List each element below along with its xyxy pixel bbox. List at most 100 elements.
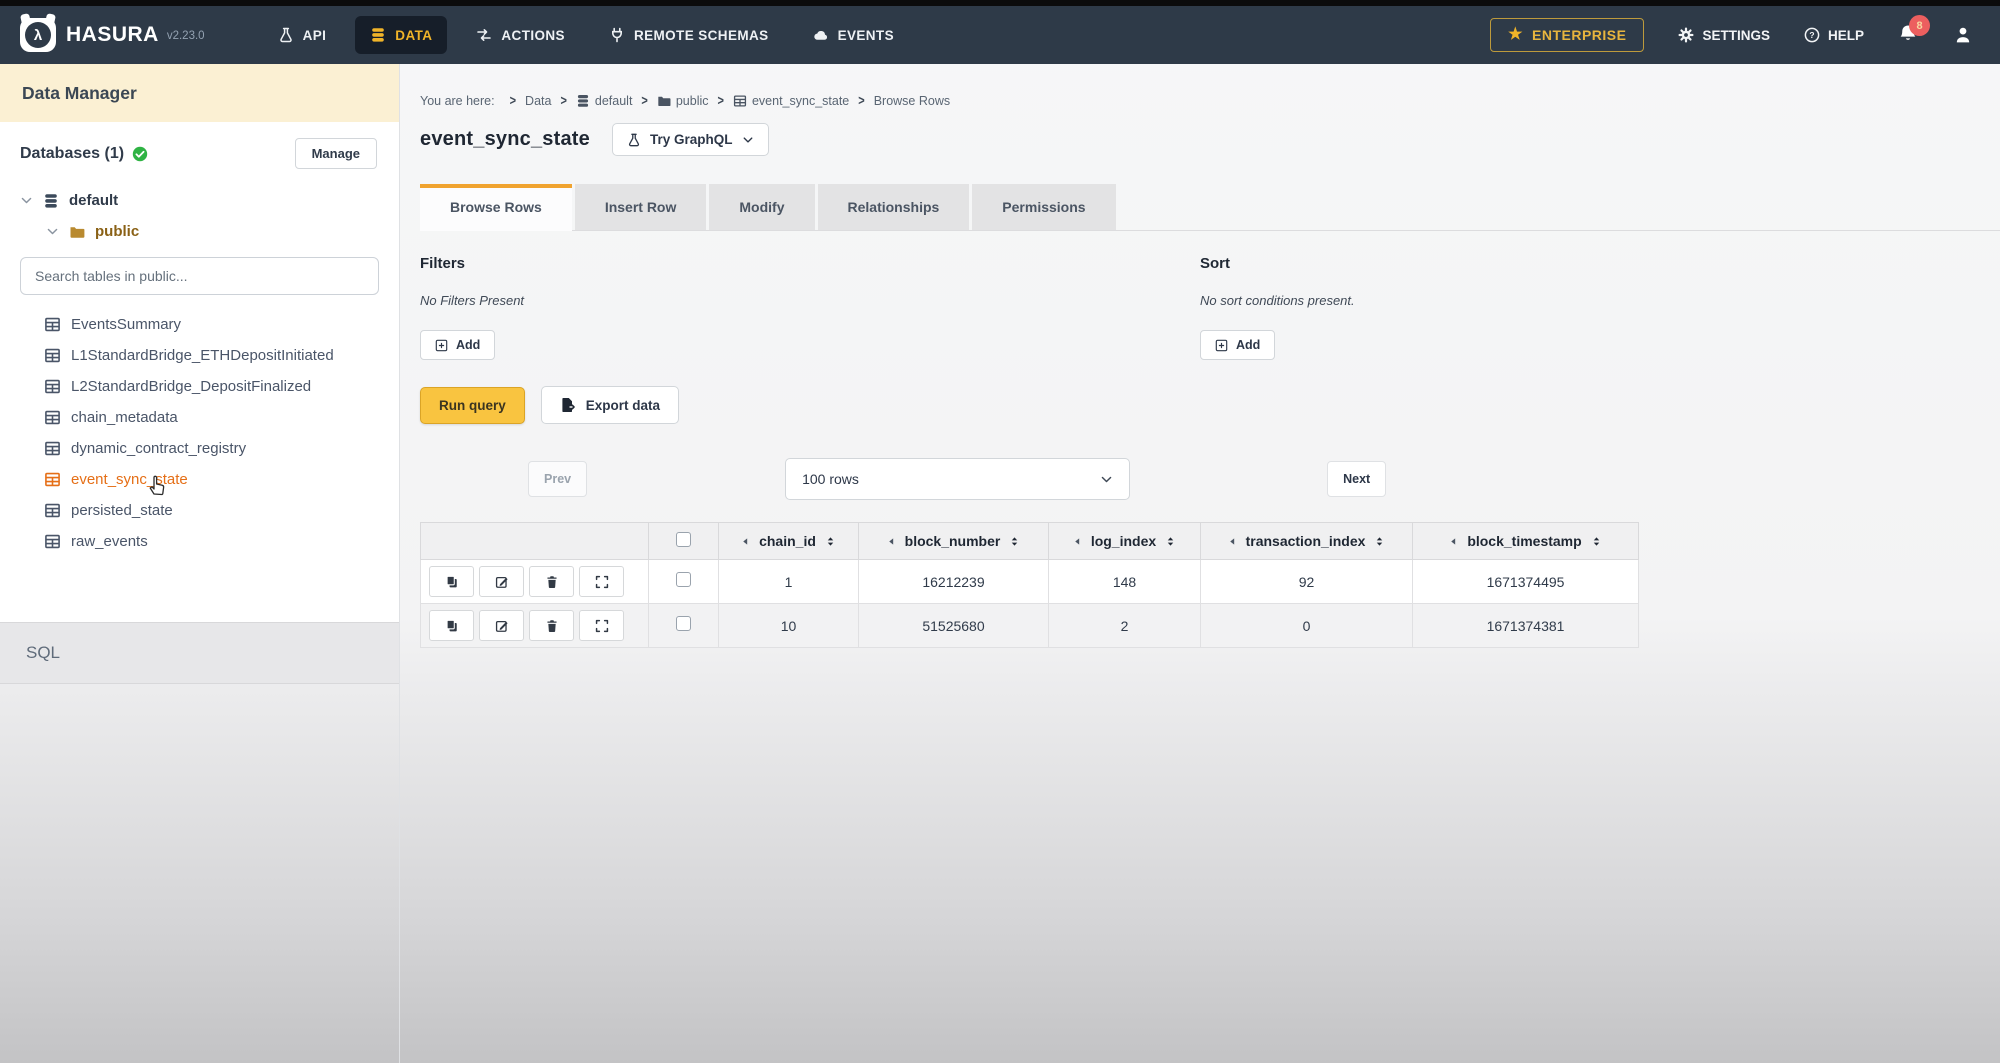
- row-delete-button[interactable]: [529, 610, 574, 641]
- select-all-header: [649, 523, 719, 560]
- row-delete-button[interactable]: [529, 566, 574, 597]
- column-header-chain_id[interactable]: chain_id: [719, 523, 859, 560]
- prev-page-button[interactable]: Prev: [528, 461, 587, 497]
- nav-item-2[interactable]: ACTIONS: [461, 16, 580, 54]
- nav-item-1[interactable]: DATA: [355, 16, 447, 54]
- database-icon: [370, 27, 386, 43]
- column-collapse-icon[interactable]: [741, 537, 750, 546]
- breadcrumb-link[interactable]: event_sync_state: [752, 94, 849, 108]
- hasura-logo-icon: λ: [20, 18, 56, 52]
- sidebar-table-item-0[interactable]: EventsSummary: [42, 309, 385, 340]
- tab-0[interactable]: Browse Rows: [420, 184, 572, 231]
- notification-badge: 8: [1909, 15, 1930, 36]
- breadcrumb-link[interactable]: Data: [525, 94, 551, 108]
- chevron-down-icon[interactable]: [46, 225, 59, 238]
- top-navbar: λ HASURA v2.23.0 API DATA ACTIONS: [0, 6, 2000, 64]
- sidebar-table-item-1[interactable]: L1StandardBridge_ETHDepositInitiated: [42, 340, 385, 371]
- column-collapse-icon[interactable]: [887, 537, 896, 546]
- table-icon: [44, 502, 61, 519]
- navbar-right: ★ ENTERPRISE SETTINGS ? HELP 8: [1490, 18, 1972, 52]
- column-collapse-icon[interactable]: [1228, 537, 1237, 546]
- select-all-checkbox[interactable]: [676, 532, 691, 547]
- column-header-block_number[interactable]: block_number: [859, 523, 1049, 560]
- sort-icon[interactable]: [1009, 535, 1020, 548]
- tree-item-schema-public[interactable]: public: [40, 216, 385, 247]
- column-header-transaction_index[interactable]: transaction_index: [1201, 523, 1413, 560]
- table-icon: [44, 347, 61, 364]
- hasura-logo[interactable]: λ HASURA v2.23.0: [20, 18, 205, 52]
- column-name: transaction_index: [1246, 533, 1366, 549]
- sidebar-table-item-7[interactable]: raw_events: [42, 526, 385, 557]
- row-edit-button[interactable]: [479, 610, 524, 641]
- sort-icon[interactable]: [825, 535, 836, 548]
- rows-per-page-select[interactable]: 100 rows: [785, 458, 1130, 500]
- row-expand-button[interactable]: [579, 610, 624, 641]
- add-sort-button[interactable]: Add: [1200, 330, 1275, 360]
- table-search-input[interactable]: [20, 257, 379, 295]
- add-filter-button[interactable]: Add: [420, 330, 495, 360]
- table-icon: [733, 94, 747, 108]
- nav-item-4[interactable]: EVENTS: [798, 16, 909, 54]
- tab-label: Modify: [739, 199, 784, 215]
- column-collapse-icon[interactable]: [1073, 537, 1082, 546]
- sort-icon[interactable]: [1374, 535, 1385, 548]
- sidebar-table-item-4[interactable]: dynamic_contract_registry: [42, 433, 385, 464]
- tree-item-database-default[interactable]: default: [14, 185, 385, 216]
- sort-icon[interactable]: [1165, 535, 1176, 548]
- sidebar-item-sql[interactable]: SQL: [0, 622, 399, 684]
- chevron-down-icon[interactable]: [20, 194, 33, 207]
- tab-1[interactable]: Insert Row: [575, 184, 707, 230]
- notifications-button[interactable]: 8: [1898, 24, 1920, 46]
- nav-item-label: EVENTS: [838, 28, 894, 43]
- nav-item-3[interactable]: REMOTE SCHEMAS: [594, 16, 784, 54]
- row-checkbox[interactable]: [676, 572, 691, 587]
- table-name: chain_metadata: [71, 409, 178, 426]
- breadcrumb-link[interactable]: default: [595, 94, 633, 108]
- clone-icon: [445, 575, 459, 589]
- plus-square-icon: [1215, 339, 1228, 352]
- folder-icon: [69, 224, 85, 240]
- help-button[interactable]: ? HELP: [1804, 27, 1864, 43]
- sidebar-table-item-6[interactable]: persisted_state: [42, 495, 385, 526]
- actions-icon: [476, 27, 492, 43]
- chevron-right-icon: >: [641, 94, 647, 109]
- user-icon[interactable]: [1954, 26, 1972, 44]
- try-graphql-button[interactable]: Try GraphQL: [612, 123, 769, 156]
- next-page-button[interactable]: Next: [1327, 461, 1386, 497]
- breadcrumb-link[interactable]: Browse Rows: [874, 94, 950, 108]
- row-checkbox[interactable]: [676, 616, 691, 631]
- column-header-log_index[interactable]: log_index: [1049, 523, 1201, 560]
- settings-button[interactable]: SETTINGS: [1678, 27, 1770, 43]
- tab-2[interactable]: Modify: [709, 184, 814, 230]
- sidebar-title: Data Manager: [0, 64, 399, 122]
- row-expand-button[interactable]: [579, 566, 624, 597]
- row-edit-button[interactable]: [479, 566, 524, 597]
- sort-icon[interactable]: [1591, 535, 1602, 548]
- column-name: chain_id: [759, 533, 816, 549]
- nav-item-0[interactable]: API: [263, 16, 342, 54]
- sidebar-table-item-5[interactable]: event_sync_state: [42, 464, 385, 495]
- run-query-button[interactable]: Run query: [420, 387, 525, 424]
- export-data-button[interactable]: Export data: [541, 386, 679, 424]
- table-name: L1StandardBridge_ETHDepositInitiated: [71, 347, 334, 364]
- row-clone-button[interactable]: [429, 566, 474, 597]
- cloud-icon: [813, 27, 829, 43]
- sidebar-table-item-2[interactable]: L2StandardBridge_DepositFinalized: [42, 371, 385, 402]
- column-collapse-icon[interactable]: [1449, 537, 1458, 546]
- folder-icon: [657, 94, 671, 108]
- edit-icon: [495, 575, 509, 589]
- cell-chain_id: 1: [719, 560, 859, 604]
- enterprise-button[interactable]: ★ ENTERPRISE: [1490, 18, 1644, 52]
- plug-icon: [609, 27, 625, 43]
- breadcrumb-link[interactable]: public: [676, 94, 709, 108]
- row-clone-button[interactable]: [429, 610, 474, 641]
- sidebar-table-item-3[interactable]: chain_metadata: [42, 402, 385, 433]
- table-name: L2StandardBridge_DepositFinalized: [71, 378, 311, 395]
- column-header-block_timestamp[interactable]: block_timestamp: [1413, 523, 1639, 560]
- table-tabs: Browse Rows Insert Row Modify Relationsh…: [420, 184, 2000, 231]
- manage-button[interactable]: Manage: [295, 138, 377, 169]
- tab-4[interactable]: Permissions: [972, 184, 1115, 230]
- export-icon: [560, 397, 576, 413]
- check-circle-icon: [132, 146, 148, 162]
- tab-3[interactable]: Relationships: [818, 184, 970, 230]
